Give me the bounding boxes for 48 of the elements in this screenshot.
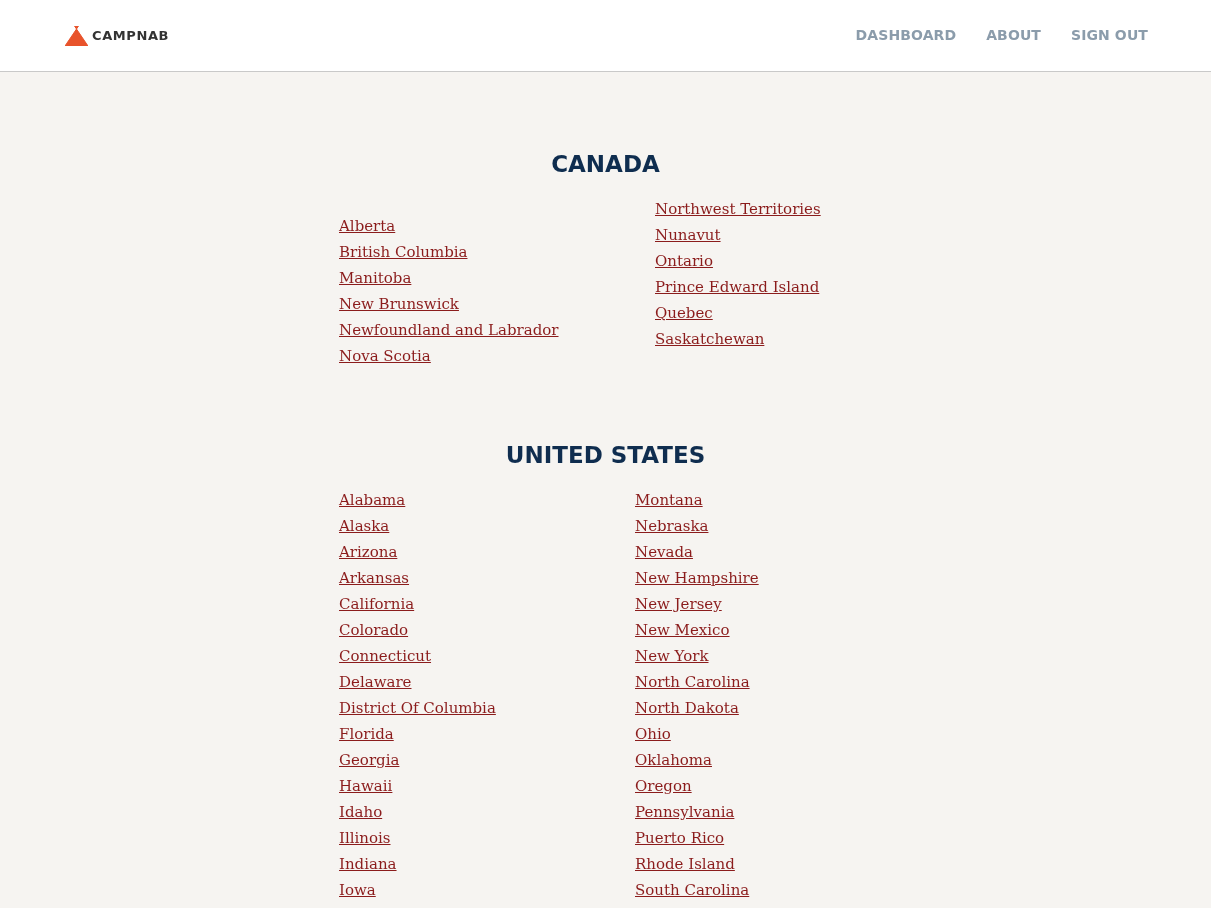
- region-link[interactable]: Illinois: [339, 825, 391, 851]
- region-link[interactable]: Nova Scotia: [339, 343, 431, 369]
- section-heading: UNITED STATES: [504, 441, 707, 470]
- region-link[interactable]: Colorado: [339, 617, 409, 643]
- region-link[interactable]: Montana: [635, 487, 703, 513]
- region-link[interactable]: Puerto Rico: [635, 825, 725, 851]
- region-link[interactable]: Idaho: [339, 799, 383, 825]
- region-link[interactable]: Florida: [339, 721, 394, 747]
- region-link[interactable]: Quebec: [655, 300, 713, 326]
- region-link[interactable]: New Mexico: [635, 617, 730, 643]
- region-link[interactable]: Alabama: [339, 487, 406, 513]
- region-link[interactable]: New Brunswick: [339, 291, 459, 317]
- region-link[interactable]: North Carolina: [635, 669, 750, 695]
- region-link[interactable]: Rhode Island: [635, 851, 735, 877]
- region-link[interactable]: Arizona: [339, 539, 398, 565]
- region-link[interactable]: Nebraska: [635, 513, 709, 539]
- region-link[interactable]: New Jersey: [635, 591, 722, 617]
- region-link[interactable]: South Carolina: [635, 877, 750, 903]
- tent-logo-icon: [65, 25, 88, 46]
- region-link[interactable]: Indiana: [339, 851, 397, 877]
- region-link[interactable]: Georgia: [339, 747, 400, 773]
- region-link[interactable]: Ontario: [655, 248, 713, 274]
- region-link[interactable]: Hawaii: [339, 773, 393, 799]
- region-link[interactable]: Arkansas: [339, 565, 410, 591]
- region-link[interactable]: Manitoba: [339, 265, 412, 291]
- region-link[interactable]: Saskatchewan: [655, 326, 765, 352]
- region-link[interactable]: North Dakota: [635, 695, 739, 721]
- region-link[interactable]: British Columbia: [339, 239, 468, 265]
- region-link[interactable]: Connecticut: [339, 643, 432, 669]
- region-link[interactable]: California: [339, 591, 415, 617]
- region-link[interactable]: Delaware: [339, 669, 412, 695]
- region-link[interactable]: Northwest Territories: [655, 196, 821, 222]
- region-link[interactable]: Oklahoma: [635, 747, 712, 773]
- region-link[interactable]: Nunavut: [655, 222, 721, 248]
- region-link[interactable]: Ohio: [635, 721, 671, 747]
- region-link[interactable]: Oregon: [635, 773, 692, 799]
- region-link[interactable]: Alaska: [339, 513, 390, 539]
- region-link[interactable]: Alberta: [339, 213, 396, 239]
- region-link[interactable]: District Of Columbia: [339, 695, 496, 721]
- region-link[interactable]: Nevada: [635, 539, 693, 565]
- region-link[interactable]: Prince Edward Island: [655, 274, 820, 300]
- logo-text: CAMPNAB: [92, 26, 170, 45]
- region-link[interactable]: Iowa: [339, 877, 376, 903]
- region-link[interactable]: New Hampshire: [635, 565, 759, 591]
- region-link[interactable]: Newfoundland and Labrador: [339, 317, 559, 343]
- section-heading: CANADA: [550, 150, 661, 179]
- region-link[interactable]: Pennsylvania: [635, 799, 735, 825]
- region-link[interactable]: New York: [635, 643, 709, 669]
